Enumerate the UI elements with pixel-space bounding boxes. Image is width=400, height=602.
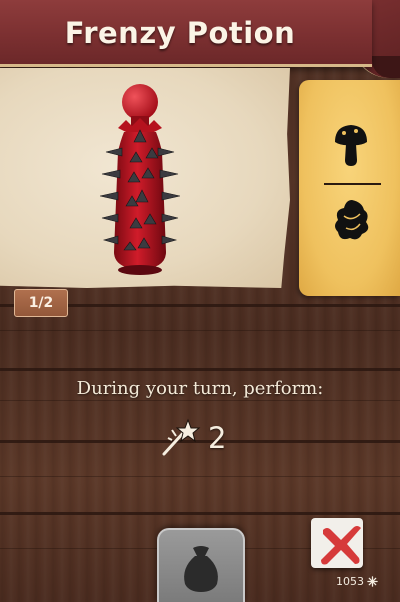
wood-grain [0, 400, 400, 401]
dismiss-button[interactable] [311, 518, 363, 568]
rule-text: During your turn, perform: [76, 378, 324, 399]
magic-wand-icon [162, 418, 201, 456]
card-title: Frenzy Potion [64, 16, 296, 50]
red-x-icon [321, 526, 361, 565]
potion-icon [100, 84, 180, 275]
side-card-divider [324, 183, 381, 185]
version-label: 1053 [336, 573, 400, 589]
snowflake-icon [367, 575, 378, 587]
wood-seam [0, 512, 400, 515]
mushroom-icon [335, 125, 367, 166]
bag-icon [184, 546, 218, 592]
requirement-card [299, 80, 400, 296]
wood-seam [0, 368, 400, 371]
action-cost: 2 [158, 418, 248, 458]
page-counter[interactable]: 1/2 [14, 289, 68, 317]
wood-grain [0, 476, 400, 477]
bag-button[interactable] [157, 528, 245, 602]
wood-grain [0, 330, 400, 331]
version-number: 1053 [336, 574, 364, 588]
action-value: 2 [208, 421, 227, 455]
foliage-icon [335, 200, 369, 240]
